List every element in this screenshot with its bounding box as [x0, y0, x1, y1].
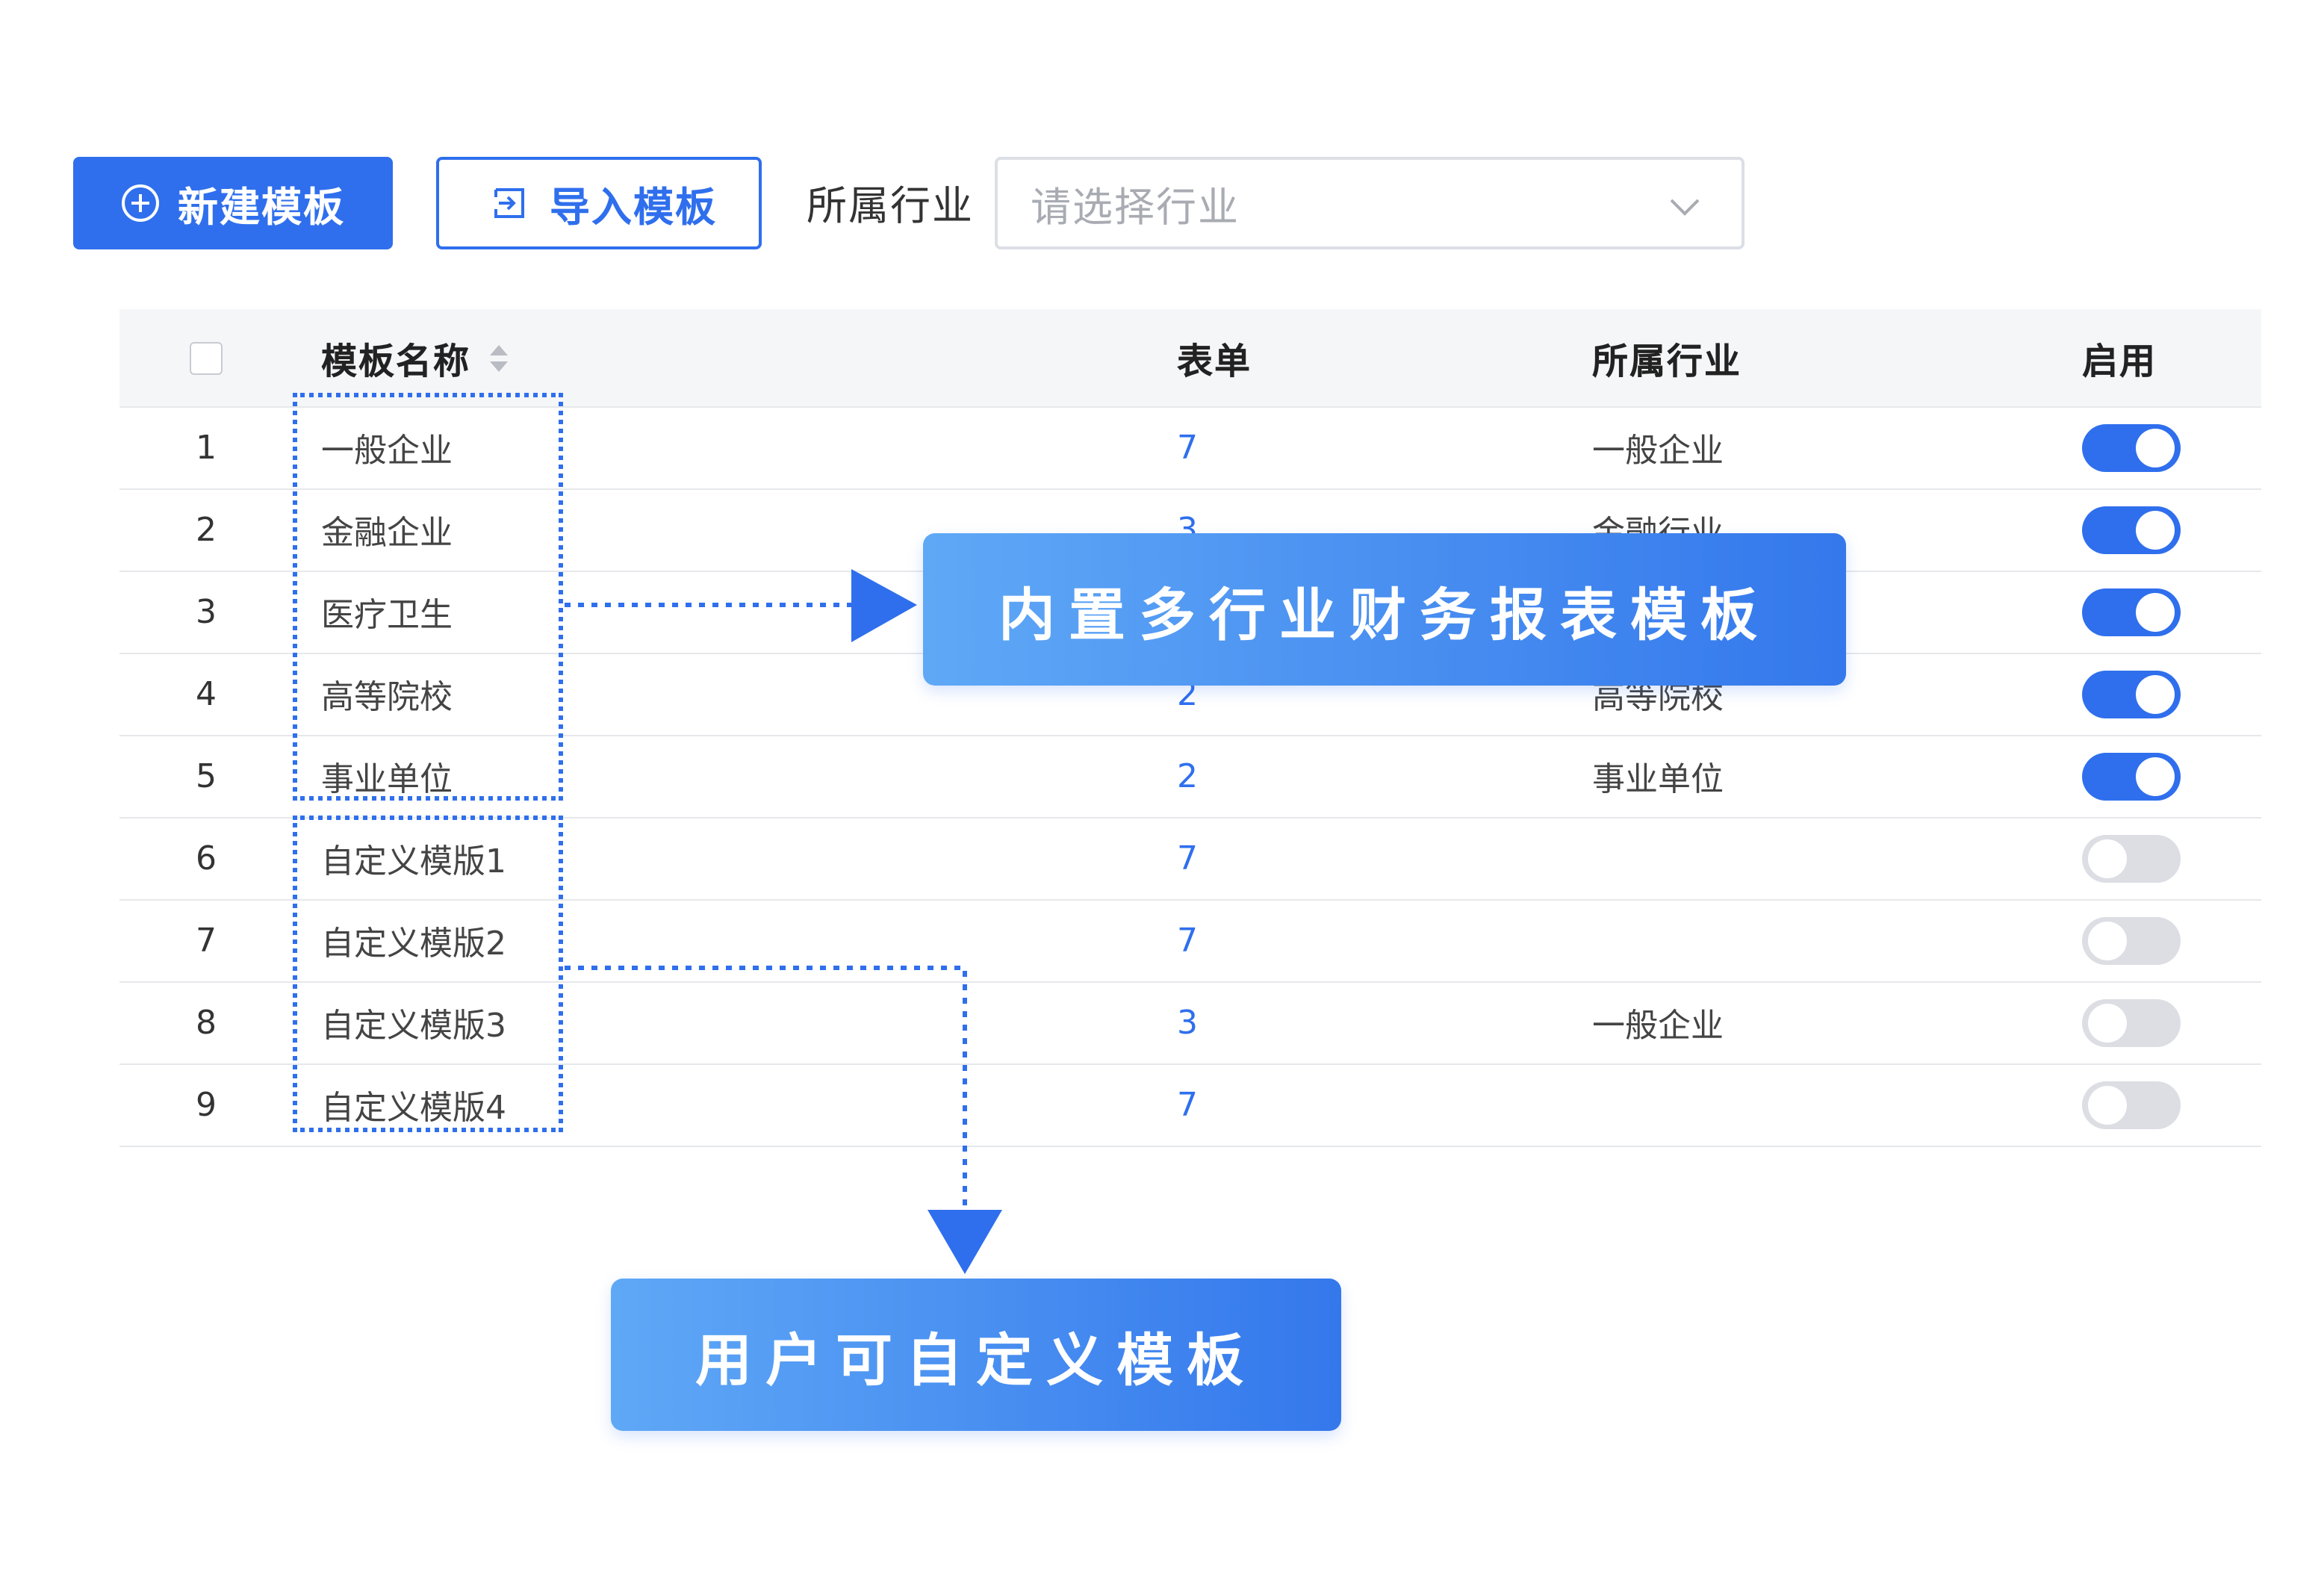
row-index: 3 [196, 594, 217, 631]
industry-select-placeholder: 请选择行业 [1031, 184, 1240, 231]
toggle-knob [2136, 511, 2175, 550]
industry-filter-label: 所属行业 [807, 184, 974, 230]
form-count-link[interactable]: 7 [1177, 901, 1198, 981]
enabled-cell [2082, 819, 2181, 899]
plus-circle-icon [122, 184, 159, 222]
custom-templates-callout: 用户可自定义模板 [611, 1279, 1341, 1431]
column-header-name-label: 模板名称 [321, 341, 470, 382]
enabled-toggle[interactable] [2082, 835, 2181, 883]
toggle-knob [2088, 1004, 2127, 1043]
enabled-cell [2082, 408, 2181, 488]
row-index: 5 [196, 758, 217, 795]
row-index: 7 [196, 922, 217, 960]
column-header-industry: 所属行业 [1592, 341, 1742, 382]
enabled-toggle[interactable] [2082, 753, 2181, 801]
enabled-toggle[interactable] [2082, 1081, 2181, 1129]
industry-value: 一般企业 [1592, 433, 1724, 470]
row-index: 2 [196, 512, 217, 549]
row-index: 6 [196, 840, 217, 878]
toggle-knob [2136, 429, 2175, 468]
enabled-toggle[interactable] [2082, 588, 2181, 636]
import-template-button[interactable]: 导入模板 [436, 157, 762, 249]
custom-templates-highlight [293, 816, 563, 1132]
form-count-link[interactable]: 7 [1177, 1065, 1198, 1146]
enabled-cell [2082, 490, 2181, 571]
form-count-link[interactable]: 7 [1177, 408, 1198, 488]
enabled-cell [2082, 901, 2181, 981]
row-index: 8 [196, 1004, 217, 1042]
column-header-name[interactable]: 模板名称 [321, 309, 509, 406]
chevron-down-icon [1670, 199, 1700, 216]
select-all-cell [119, 309, 293, 406]
enabled-toggle[interactable] [2082, 999, 2181, 1047]
new-template-label: 新建模板 [178, 184, 345, 231]
row-index: 9 [196, 1087, 217, 1124]
import-template-label: 导入模板 [550, 184, 717, 231]
enabled-toggle[interactable] [2082, 917, 2181, 965]
row-index: 1 [196, 429, 217, 467]
enabled-cell [2082, 1065, 2181, 1146]
builtin-templates-highlight [293, 393, 563, 801]
row-index: 4 [196, 676, 217, 713]
builtin-templates-callout: 内置多行业财务报表模板 [923, 533, 1846, 686]
industry-select[interactable]: 请选择行业 [995, 157, 1744, 249]
select-all-checkbox[interactable] [190, 341, 223, 374]
sort-icon[interactable] [488, 341, 509, 374]
enabled-toggle[interactable] [2082, 506, 2181, 554]
enabled-toggle[interactable] [2082, 424, 2181, 472]
industry-value: 一般企业 [1592, 1008, 1724, 1046]
enabled-cell [2082, 983, 2181, 1063]
enabled-cell [2082, 736, 2181, 817]
toggle-knob [2088, 839, 2127, 878]
enabled-cell [2082, 654, 2181, 735]
form-count-link[interactable]: 3 [1177, 983, 1198, 1063]
industry-value: 事业单位 [1592, 762, 1724, 799]
enabled-toggle[interactable] [2082, 671, 2181, 718]
toggle-knob [2088, 1086, 2127, 1125]
import-icon [494, 188, 524, 218]
column-header-form: 表单 [1177, 341, 1252, 382]
form-count-link[interactable]: 2 [1177, 736, 1198, 817]
custom-arrow-head [928, 1210, 1002, 1274]
toggle-knob [2136, 593, 2175, 632]
toggle-knob [2136, 675, 2175, 714]
form-count-link[interactable]: 7 [1177, 819, 1198, 899]
toggle-knob [2088, 922, 2127, 960]
column-header-enabled: 启用 [2082, 341, 2157, 382]
new-template-button[interactable]: 新建模板 [73, 157, 393, 249]
enabled-cell [2082, 572, 2181, 653]
toggle-knob [2136, 757, 2175, 796]
